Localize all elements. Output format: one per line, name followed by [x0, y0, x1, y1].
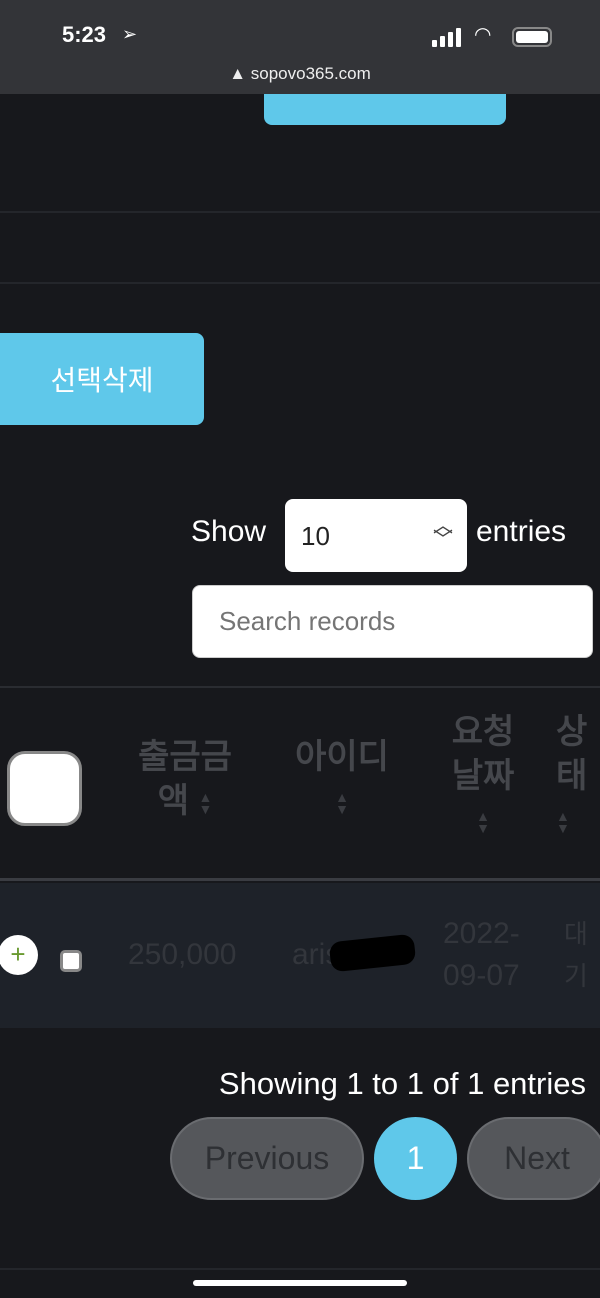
show-label: Show — [191, 515, 267, 548]
entries-value: 10 — [301, 521, 330, 551]
url-text: sopovo365.com — [250, 64, 371, 83]
sort-icon: ▲ ▼ — [335, 789, 349, 818]
chevron-updown-icon: ︿ ﹀ — [433, 515, 453, 551]
previous-button[interactable]: Previous — [170, 1117, 364, 1200]
header-date[interactable]: 요청 날짜 ▲ ▼ — [446, 710, 520, 842]
entries-label: entries — [476, 515, 567, 548]
home-indicator[interactable] — [193, 1280, 407, 1286]
sort-icon: ▲ ▼ — [198, 789, 213, 818]
status-bar: 5:23 ➢ ◠ ▲ sopovo365.com — [0, 0, 600, 94]
header-id[interactable]: 아이디 ▲ ▼ — [292, 735, 392, 823]
sort-icon: ▲ ▼ — [476, 808, 490, 837]
address-bar[interactable]: ▲ sopovo365.com — [0, 64, 600, 84]
warning-icon: ▲ — [229, 64, 251, 83]
search-input[interactable] — [192, 585, 593, 658]
top-button[interactable] — [264, 94, 506, 125]
select-all-checkbox[interactable] — [7, 751, 82, 826]
wifi-icon: ◠ — [474, 24, 492, 46]
cell-amount: 250,000 — [128, 938, 237, 971]
cell-date: 2022- 09-07 — [443, 917, 520, 992]
delete-selected-button[interactable]: 선택삭제 — [0, 333, 204, 425]
row-checkbox[interactable] — [60, 950, 82, 972]
next-button[interactable]: Next — [467, 1117, 600, 1200]
sort-icon: ▲ ▼ — [556, 808, 570, 837]
clock: 5:23 — [62, 22, 107, 47]
header-amount[interactable]: 출금금 액 ▲ ▼ — [135, 735, 235, 823]
divider — [0, 282, 600, 284]
pagination-info: Showing 1 to 1 of 1 entries — [218, 1066, 586, 1101]
divider — [0, 1268, 600, 1270]
header-status[interactable]: 상 태 ▲ ▼ — [556, 710, 600, 842]
battery-icon — [512, 27, 552, 47]
signal-icon — [432, 28, 461, 47]
divider — [0, 211, 600, 213]
page-1-button[interactable]: 1 — [374, 1117, 457, 1200]
location-arrow-icon: ➢ — [122, 24, 138, 44]
entries-select[interactable]: 10 ︿ ﹀ — [285, 499, 467, 572]
cell-status: 대기 — [564, 919, 588, 991]
